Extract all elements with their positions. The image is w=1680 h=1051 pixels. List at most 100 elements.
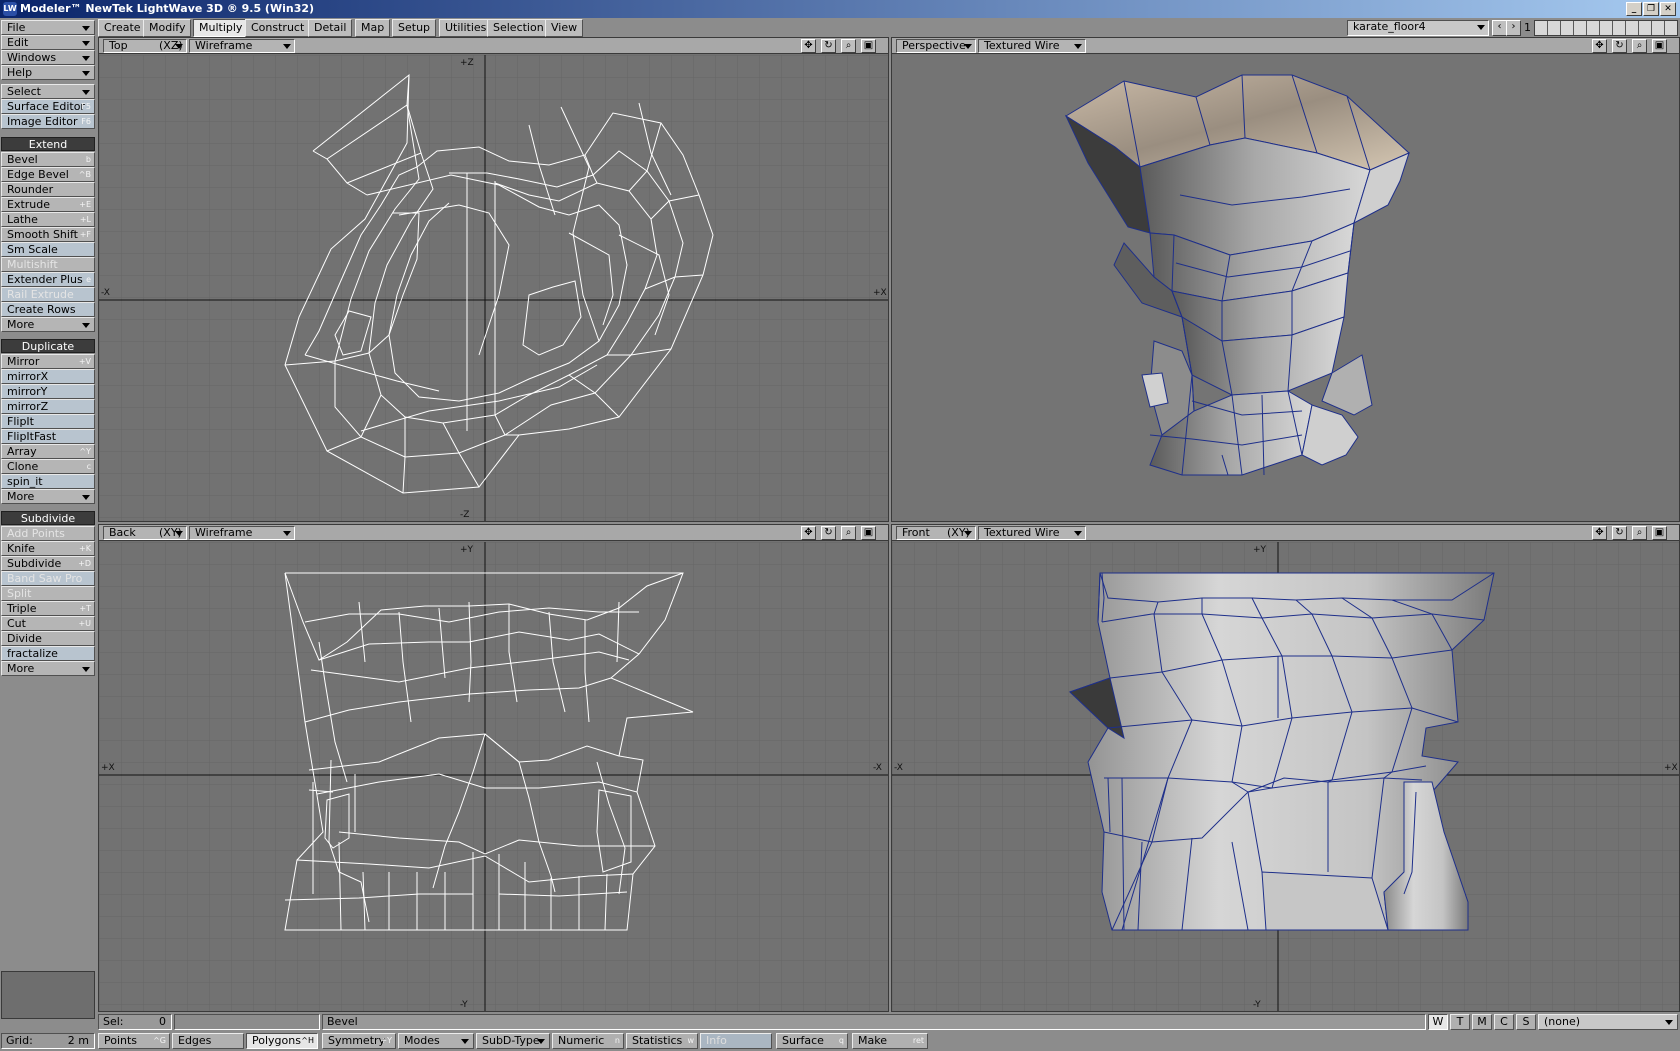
statistics-button[interactable]: Statistics w xyxy=(626,1033,698,1049)
view-type-select[interactable]: Perspective xyxy=(896,39,976,53)
color-toggle[interactable]: C xyxy=(1494,1014,1514,1030)
duplicate-more-menu[interactable]: More xyxy=(1,489,95,504)
create-rows-button[interactable]: Create Rows xyxy=(1,302,95,317)
zoom-view-icon[interactable]: ⌕ xyxy=(1632,39,1647,53)
mirrory-button[interactable]: mirrorY xyxy=(1,384,95,399)
mirror-button[interactable]: Mirror +V xyxy=(1,354,95,369)
edge-bevel-button[interactable]: Edge Bevel ^B xyxy=(1,167,95,182)
viewport-canvas[interactable]: +Y -Y +X -X xyxy=(99,542,888,1011)
edges-mode-button[interactable]: Edges xyxy=(172,1033,244,1049)
texture-toggle[interactable]: T xyxy=(1450,1014,1470,1030)
view-type-select[interactable]: Back (XY) xyxy=(103,526,187,540)
next-layer-icon[interactable]: › xyxy=(1506,20,1521,36)
tab-create[interactable]: Create xyxy=(98,19,147,37)
render-mode-select[interactable]: Textured Wire xyxy=(978,39,1086,53)
spin-it-button[interactable]: spin_it xyxy=(1,474,95,489)
divide-button[interactable]: Divide xyxy=(1,631,95,646)
knife-button[interactable]: Knife +K xyxy=(1,541,95,556)
windows-menu[interactable]: Windows xyxy=(1,50,95,65)
zoom-view-icon[interactable]: ⌕ xyxy=(841,39,856,53)
subdivide-button[interactable]: Subdivide +D xyxy=(1,556,95,571)
viewport-perspective[interactable]: Perspective Textured Wire ✥ ↻ ⌕ ▣ xyxy=(891,37,1680,522)
render-mode-select[interactable]: Wireframe xyxy=(189,526,295,540)
cut-button[interactable]: Cut +U xyxy=(1,616,95,631)
numeric-button[interactable]: Numeric n xyxy=(552,1033,624,1049)
array-button[interactable]: Array ^Y xyxy=(1,444,95,459)
zoom-view-icon[interactable]: ⌕ xyxy=(1632,526,1647,540)
select-menu[interactable]: Select xyxy=(1,84,95,99)
edit-menu[interactable]: Edit xyxy=(1,35,95,50)
tab-map[interactable]: Map xyxy=(355,19,391,37)
minimize-button[interactable]: _ xyxy=(1626,2,1642,16)
surface-button[interactable]: Surface q xyxy=(776,1033,848,1049)
viewport-front[interactable]: Front (XY) Textured Wire ✥ ↻ ⌕ ▣ +Y -Y -… xyxy=(891,524,1680,1012)
move-view-icon[interactable]: ✥ xyxy=(1592,526,1607,540)
bevel-button[interactable]: Bevel b xyxy=(1,152,95,167)
flipitfast-button[interactable]: FlipItFast xyxy=(1,429,95,444)
viewport-canvas[interactable]: +Y -Y -X +X xyxy=(892,542,1679,1011)
viewport-back[interactable]: Back (XY) Wireframe ✥ ↻ ⌕ ▣ +Y -Y +X -X xyxy=(98,524,889,1012)
surface-editor-button[interactable]: Surface Editor F5 xyxy=(1,99,95,114)
mirrorz-button[interactable]: mirrorZ xyxy=(1,399,95,414)
fractalize-button[interactable]: fractalize xyxy=(1,646,95,661)
help-menu[interactable]: Help xyxy=(1,65,95,80)
surface-select[interactable]: (none) xyxy=(1538,1014,1678,1030)
viewport-canvas[interactable] xyxy=(892,55,1679,521)
rotate-view-icon[interactable]: ↻ xyxy=(1612,526,1627,540)
move-view-icon[interactable]: ✥ xyxy=(1592,39,1607,53)
symmetry-toggle[interactable]: Symmetry +Y xyxy=(322,1033,396,1049)
prev-layer-icon[interactable]: ‹ xyxy=(1492,20,1507,36)
make-button[interactable]: Make ret xyxy=(852,1033,928,1049)
tab-setup[interactable]: Setup xyxy=(392,19,437,37)
tab-detail[interactable]: Detail xyxy=(308,19,353,37)
extend-more-menu[interactable]: More xyxy=(1,317,95,332)
tab-selection[interactable]: Selection xyxy=(487,19,550,37)
polygons-mode-button[interactable]: Polygons ^H xyxy=(246,1033,318,1049)
smooth-shift-button[interactable]: Smooth Shift +F xyxy=(1,227,95,242)
tab-construct[interactable]: Construct xyxy=(245,19,311,37)
sketch-toggle[interactable]: S xyxy=(1516,1014,1536,1030)
maximize-view-icon[interactable]: ▣ xyxy=(861,526,876,540)
triple-button[interactable]: Triple +T xyxy=(1,601,95,616)
viewport-canvas[interactable]: +Z -Z -X +X xyxy=(99,55,888,521)
lathe-button[interactable]: Lathe +L xyxy=(1,212,95,227)
move-view-icon[interactable]: ✥ xyxy=(801,526,816,540)
tab-utilities[interactable]: Utilities xyxy=(439,19,493,37)
file-menu[interactable]: File xyxy=(1,20,95,35)
subdivide-more-menu[interactable]: More xyxy=(1,661,95,676)
modes-menu[interactable]: Modes xyxy=(398,1033,474,1049)
rotate-view-icon[interactable]: ↻ xyxy=(1612,39,1627,53)
layer-buttons[interactable] xyxy=(1534,20,1678,36)
rotate-view-icon[interactable]: ↻ xyxy=(821,526,836,540)
clone-button[interactable]: Clone c xyxy=(1,459,95,474)
view-type-select[interactable]: Front (XY) xyxy=(896,526,976,540)
maximize-button[interactable]: ❐ xyxy=(1643,2,1659,16)
subd-type-menu[interactable]: SubD-Type xyxy=(476,1033,550,1049)
render-mode-select[interactable]: Wireframe xyxy=(189,39,295,53)
tab-view[interactable]: View xyxy=(545,19,584,37)
move-view-icon[interactable]: ✥ xyxy=(801,39,816,53)
render-mode-select[interactable]: Textured Wire xyxy=(978,526,1086,540)
tab-multiply[interactable]: Multiply xyxy=(193,19,249,37)
rounder-button[interactable]: Rounder xyxy=(1,182,95,197)
points-mode-button[interactable]: Points ^G xyxy=(98,1033,170,1049)
image-editor-button[interactable]: Image Editor F6 xyxy=(1,114,95,129)
tab-modify[interactable]: Modify xyxy=(143,19,192,37)
maximize-view-icon[interactable]: ▣ xyxy=(1652,526,1667,540)
close-button[interactable]: ✕ xyxy=(1660,2,1676,16)
mirrory-label: mirrorY xyxy=(7,385,48,398)
zoom-view-icon[interactable]: ⌕ xyxy=(841,526,856,540)
extrude-button[interactable]: Extrude +E xyxy=(1,197,95,212)
rotate-view-icon[interactable]: ↻ xyxy=(821,39,836,53)
maximize-view-icon[interactable]: ▣ xyxy=(861,39,876,53)
maximize-view-icon[interactable]: ▣ xyxy=(1652,39,1667,53)
mirrorx-button[interactable]: mirrorX xyxy=(1,369,95,384)
material-toggle[interactable]: M xyxy=(1472,1014,1492,1030)
object-select[interactable]: karate_floor4 xyxy=(1347,20,1489,36)
wireframe-toggle[interactable]: W xyxy=(1428,1014,1448,1030)
flipit-button[interactable]: FlipIt xyxy=(1,414,95,429)
view-type-select[interactable]: Top (XZ) xyxy=(103,39,187,53)
viewport-top[interactable]: Top (XZ) Wireframe ✥ ↻ ⌕ ▣ +Z -Z -X +X xyxy=(98,37,889,522)
extender-plus-button[interactable]: Extender Plus e xyxy=(1,272,95,287)
sm-scale-button[interactable]: Sm Scale xyxy=(1,242,95,257)
